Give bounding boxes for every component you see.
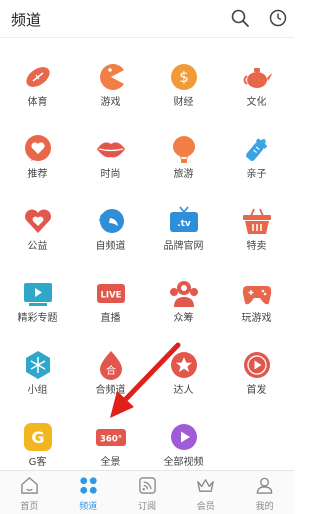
channel-label: 文化 bbox=[246, 97, 267, 108]
subscribe-signal-icon bbox=[138, 477, 156, 494]
baby-bottle-icon bbox=[246, 138, 267, 161]
channel-label: 全景 bbox=[100, 457, 121, 468]
channel-panorama[interactable]: 360° 全景 bbox=[74, 398, 147, 470]
channel-label: 财经 bbox=[173, 97, 194, 108]
channel-label: 全部视频 bbox=[163, 457, 204, 468]
channel-label: 品牌官网 bbox=[163, 241, 204, 252]
teapot-icon bbox=[243, 68, 272, 88]
lips-icon bbox=[97, 142, 125, 158]
yuan-coin-icon: $ bbox=[171, 64, 197, 90]
page-title: 频道 bbox=[11, 11, 42, 29]
channel-label: 体育 bbox=[27, 97, 48, 108]
user-icon bbox=[256, 477, 273, 494]
channel-label: 推荐 bbox=[27, 169, 48, 180]
search-icon[interactable] bbox=[230, 8, 250, 28]
charity-heart-icon bbox=[25, 209, 51, 233]
he-channel-icon: 合 bbox=[100, 351, 122, 380]
channel-label: 达人 bbox=[173, 385, 194, 396]
channel-groups[interactable]: 小组 bbox=[1, 326, 74, 398]
channel-label: 精彩专题 bbox=[17, 313, 58, 324]
star-badge-icon bbox=[171, 352, 197, 378]
svg-text:合: 合 bbox=[106, 364, 116, 377]
channel-label: 游戏 bbox=[100, 97, 121, 108]
tab-label: 频道 bbox=[79, 502, 98, 512]
channel-label: 特卖 bbox=[246, 241, 267, 252]
channel-self-media[interactable]: 自频道 bbox=[74, 182, 147, 254]
crown-icon bbox=[197, 479, 215, 492]
hot-air-balloon-icon bbox=[173, 136, 195, 163]
gamepad-icon bbox=[242, 286, 272, 305]
tab-label: 我的 bbox=[255, 502, 274, 512]
tab-membership[interactable]: 会员 bbox=[176, 471, 235, 514]
channel-culture[interactable]: 文化 bbox=[220, 38, 293, 110]
all-videos-play-icon bbox=[171, 424, 197, 450]
channel-label: 时尚 bbox=[100, 169, 121, 180]
play-screen-icon bbox=[24, 283, 52, 306]
channel-recommend[interactable]: 推荐 bbox=[1, 110, 74, 182]
tab-home[interactable]: 首页 bbox=[0, 471, 59, 514]
channel-label: 公益 bbox=[27, 241, 48, 252]
channel-gke[interactable]: G G客 bbox=[1, 398, 74, 470]
football-icon bbox=[26, 67, 50, 87]
channel-crowdfunding[interactable]: 众筹 bbox=[147, 254, 220, 326]
channel-live[interactable]: LIVE 直播 bbox=[74, 254, 147, 326]
tab-label: 首页 bbox=[20, 502, 39, 512]
panorama-360-icon: 360° bbox=[96, 429, 126, 446]
play-circle-icon bbox=[244, 352, 270, 378]
channel-play-games[interactable]: 玩游戏 bbox=[220, 254, 293, 326]
channel-topics[interactable]: 精彩专题 bbox=[1, 254, 74, 326]
bottom-tab-bar: 首页 频道 订阅 会员 我的 bbox=[0, 470, 294, 514]
shopping-basket-icon bbox=[243, 208, 271, 234]
channel-label: 众筹 bbox=[173, 313, 194, 324]
tab-channels[interactable]: 频道 bbox=[59, 471, 118, 514]
svg-text:.tv: .tv bbox=[177, 219, 191, 229]
channel-games[interactable]: 游戏 bbox=[74, 38, 147, 110]
channel-sale[interactable]: 特卖 bbox=[220, 182, 293, 254]
channel-charity[interactable]: 公益 bbox=[1, 182, 74, 254]
tab-label: 订阅 bbox=[137, 502, 156, 512]
channel-experts[interactable]: 达人 bbox=[147, 326, 220, 398]
home-icon bbox=[21, 477, 38, 494]
pacman-icon bbox=[100, 64, 124, 90]
channel-brand-site[interactable]: .tv 品牌官网 bbox=[147, 182, 220, 254]
bird-icon bbox=[99, 209, 124, 233]
tv-icon: .tv bbox=[170, 206, 198, 232]
g-logo-icon: G bbox=[24, 423, 52, 451]
svg-text:$: $ bbox=[179, 68, 189, 86]
channel-sports[interactable]: 体育 bbox=[1, 38, 74, 110]
snowflake-icon bbox=[26, 351, 50, 379]
live-icon: LIVE bbox=[97, 284, 125, 303]
channel-grid-icon bbox=[80, 477, 97, 494]
tab-subscribe[interactable]: 订阅 bbox=[118, 471, 177, 514]
top-bar: 频道 bbox=[0, 0, 294, 38]
channel-label: 旅游 bbox=[173, 169, 194, 180]
svg-text:LIVE: LIVE bbox=[101, 291, 122, 301]
channel-label: 玩游戏 bbox=[241, 313, 272, 324]
channel-parenting[interactable]: 亲子 bbox=[220, 110, 293, 182]
channel-label: 亲子 bbox=[246, 169, 267, 180]
channel-travel[interactable]: 旅游 bbox=[147, 110, 220, 182]
history-clock-icon[interactable] bbox=[268, 8, 288, 28]
svg-text:360°: 360° bbox=[100, 435, 122, 445]
tab-mine[interactable]: 我的 bbox=[235, 471, 294, 514]
channel-finance[interactable]: $ 财经 bbox=[147, 38, 220, 110]
channel-label: 小组 bbox=[27, 385, 48, 396]
channel-label: 合频道 bbox=[95, 385, 126, 396]
tab-label: 会员 bbox=[196, 502, 215, 512]
heart-bubble-icon bbox=[25, 135, 51, 161]
channel-all-videos[interactable]: 全部视频 bbox=[147, 398, 220, 470]
channel-grid: 体育 游戏 $ 财经 文化 推荐 时尚 旅游 亲子 公益 自频道 .tv 品牌官… bbox=[0, 38, 294, 470]
channel-fashion[interactable]: 时尚 bbox=[74, 110, 147, 182]
channel-label: G客 bbox=[28, 457, 47, 468]
crowdfunding-icon bbox=[170, 281, 198, 307]
channel-label: 首发 bbox=[246, 385, 267, 396]
channel-he[interactable]: 合 合频道 bbox=[74, 326, 147, 398]
channel-label: 自频道 bbox=[95, 241, 126, 252]
channel-premiere[interactable]: 首发 bbox=[220, 326, 293, 398]
svg-text:G: G bbox=[31, 428, 44, 447]
channel-label: 直播 bbox=[100, 313, 121, 324]
